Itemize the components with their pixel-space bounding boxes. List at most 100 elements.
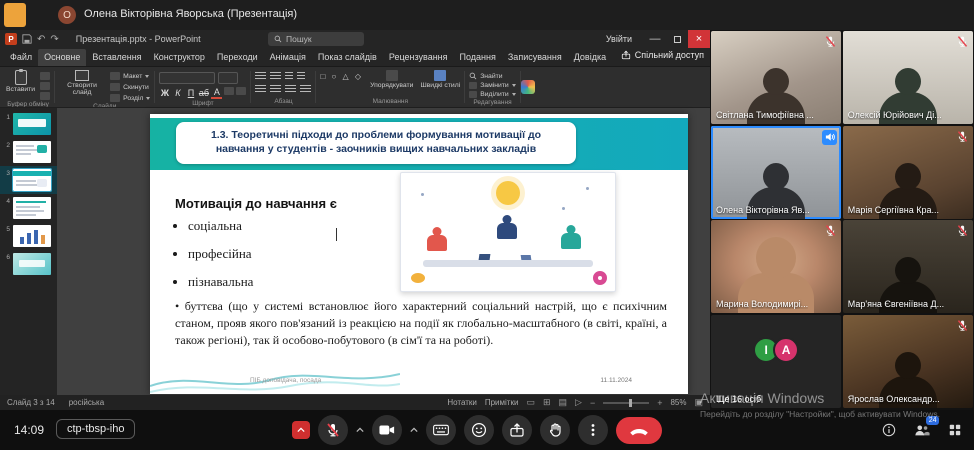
participant-tile-active-speaker[interactable]: Олена Вікторівна Яв... <box>711 125 842 219</box>
captions-button[interactable] <box>426 415 457 445</box>
find-button[interactable]: Знайти <box>469 72 516 80</box>
reactions-button[interactable] <box>464 415 495 445</box>
paste-button[interactable]: Вставити <box>6 69 35 93</box>
tab-view[interactable]: Подання <box>454 49 502 66</box>
teamwork-idea-illustration[interactable] <box>400 172 616 292</box>
align-right-icon[interactable] <box>285 85 297 94</box>
close-button[interactable]: × <box>688 30 710 48</box>
slide-thumbnail-1[interactable]: 1 <box>0 110 57 138</box>
zoom-slider[interactable] <box>603 398 650 407</box>
replace-button[interactable]: Замінити <box>469 82 516 89</box>
ppt-share-button[interactable]: Спільний доступ <box>621 50 704 60</box>
participant-tile[interactable]: Ярослав Олександр... <box>842 314 973 408</box>
tab-insert[interactable]: Вставлення <box>86 49 147 66</box>
clear-formatting-icon[interactable] <box>236 87 247 95</box>
minimize-button[interactable]: — <box>644 30 666 48</box>
slide-thumbnail-6[interactable]: 6 <box>0 250 57 278</box>
slide-thumbnail-2[interactable]: 2 <box>0 138 57 166</box>
underline-button[interactable]: П <box>185 87 196 99</box>
slide-thumbnail-4[interactable]: 4 <box>0 194 57 222</box>
zoom-out-icon[interactable]: − <box>590 398 595 408</box>
app-icon[interactable] <box>4 3 26 27</box>
normal-view-icon[interactable]: ▭ <box>526 397 535 408</box>
tab-help[interactable]: Довідка <box>568 49 612 66</box>
video-options-caret[interactable] <box>410 426 418 434</box>
more-participants-tile[interactable]: І А Ще 16 осіб <box>711 314 842 408</box>
redo-icon[interactable]: ↷ <box>50 34 58 45</box>
comments-button[interactable]: Примітки <box>485 398 519 407</box>
video-button[interactable] <box>372 415 403 445</box>
tab-home[interactable]: Основне <box>38 49 87 66</box>
raise-hand-button[interactable] <box>540 415 571 445</box>
tab-animations[interactable]: Анімація <box>264 49 312 66</box>
indent-increase-icon[interactable] <box>297 72 306 81</box>
bullets-icon[interactable] <box>255 72 267 81</box>
proofing-language[interactable]: російська <box>69 398 104 407</box>
tab-review[interactable]: Рецензування <box>383 49 454 66</box>
indent-decrease-icon[interactable] <box>285 72 294 81</box>
bold-button[interactable]: Ж <box>159 87 170 99</box>
meeting-info-button[interactable] <box>882 423 896 437</box>
slide-long-bullet[interactable]: буттєва (що у системі встановлює його ха… <box>175 298 667 348</box>
share-screen-button[interactable] <box>502 415 533 445</box>
slide-sorter-icon[interactable]: ⊞ <box>543 397 551 408</box>
font-color-button[interactable]: А <box>211 87 223 99</box>
numbering-icon[interactable] <box>270 72 282 81</box>
participant-tile[interactable]: Марина Володимирі... <box>711 220 842 313</box>
strikethrough-button[interactable]: аб <box>198 87 209 99</box>
zoom-level[interactable]: 85% <box>670 398 686 407</box>
slide-bullet-list[interactable]: соціальна професійна пізнавальна <box>175 218 253 302</box>
select-button[interactable]: Виділити <box>469 91 516 98</box>
slide-heading[interactable]: Мотивація до навчання є <box>175 196 337 211</box>
tab-recording[interactable]: Записування <box>502 49 568 66</box>
participant-tile[interactable]: Марія Сергіївна Кра... <box>842 125 973 219</box>
cut-icon[interactable] <box>40 72 51 80</box>
font-size-select[interactable] <box>218 72 239 84</box>
fit-slide-icon[interactable]: ▣ <box>694 397 703 408</box>
undo-icon[interactable]: ↶ <box>37 34 45 45</box>
justify-icon[interactable] <box>300 85 312 94</box>
align-center-icon[interactable] <box>270 85 282 94</box>
slide-title[interactable]: 1.3. Теоретичні підходи до проблеми форм… <box>176 122 576 164</box>
reading-view-icon[interactable]: ▤ <box>559 397 568 408</box>
participant-tile[interactable]: Олексій Юрійович Ді... <box>842 31 973 124</box>
shapes-gallery[interactable]: □ ○ △ ◇ <box>320 70 363 84</box>
format-painter-icon[interactable] <box>40 92 51 100</box>
quick-styles-button[interactable]: Швидкі стилі <box>420 70 460 89</box>
layout-button[interactable]: Макет <box>110 72 150 80</box>
participant-tile[interactable]: Мар'яна Євгеніївна Д... <box>842 220 973 313</box>
more-button[interactable] <box>578 415 609 445</box>
align-left-icon[interactable] <box>255 85 267 94</box>
slideshow-icon[interactable]: ▷ <box>575 397 582 408</box>
mic-options-caret[interactable] <box>356 426 364 434</box>
end-call-button[interactable] <box>616 416 663 444</box>
arrange-button[interactable]: Упорядкувати <box>370 70 413 89</box>
text-highlight-icon[interactable] <box>224 87 235 95</box>
copy-icon[interactable] <box>40 82 51 90</box>
apps-grid-button[interactable] <box>948 423 962 437</box>
tab-design[interactable]: Конструктор <box>148 49 211 66</box>
reset-button[interactable]: Скинути <box>110 83 150 91</box>
mute-button[interactable] <box>318 415 349 445</box>
font-name-select[interactable] <box>159 72 216 84</box>
tab-slideshow[interactable]: Показ слайдів <box>312 49 383 66</box>
new-slide-button[interactable]: Створити слайд <box>59 70 105 96</box>
slide-thumbnail-3-selected[interactable]: 3 <box>0 166 57 194</box>
slide-thumbnail-5[interactable]: 5 <box>0 222 57 250</box>
current-slide[interactable]: 1.3. Теоретичні підходи до проблеми форм… <box>150 114 688 394</box>
tab-transitions[interactable]: Переходи <box>211 49 264 66</box>
notes-button[interactable]: Нотатки <box>447 398 477 407</box>
participants-button[interactable]: 24 <box>914 416 939 438</box>
alert-caret-button[interactable] <box>292 421 311 439</box>
restore-button[interactable] <box>666 30 688 48</box>
italic-button[interactable]: К <box>172 87 183 99</box>
search-input[interactable]: Пошук <box>268 32 364 46</box>
sign-in-button[interactable]: Увійти <box>606 34 632 44</box>
section-button[interactable]: Розділ <box>110 94 151 102</box>
tab-file[interactable]: Файл <box>4 49 38 66</box>
designer-icon[interactable] <box>520 80 535 94</box>
zoom-in-icon[interactable]: + <box>657 398 662 408</box>
save-icon[interactable] <box>22 34 32 44</box>
meeting-code-badge[interactable]: ctp-tbsp-iho <box>56 419 136 439</box>
participant-tile[interactable]: Світлана Тимофіївна ... <box>711 31 842 124</box>
